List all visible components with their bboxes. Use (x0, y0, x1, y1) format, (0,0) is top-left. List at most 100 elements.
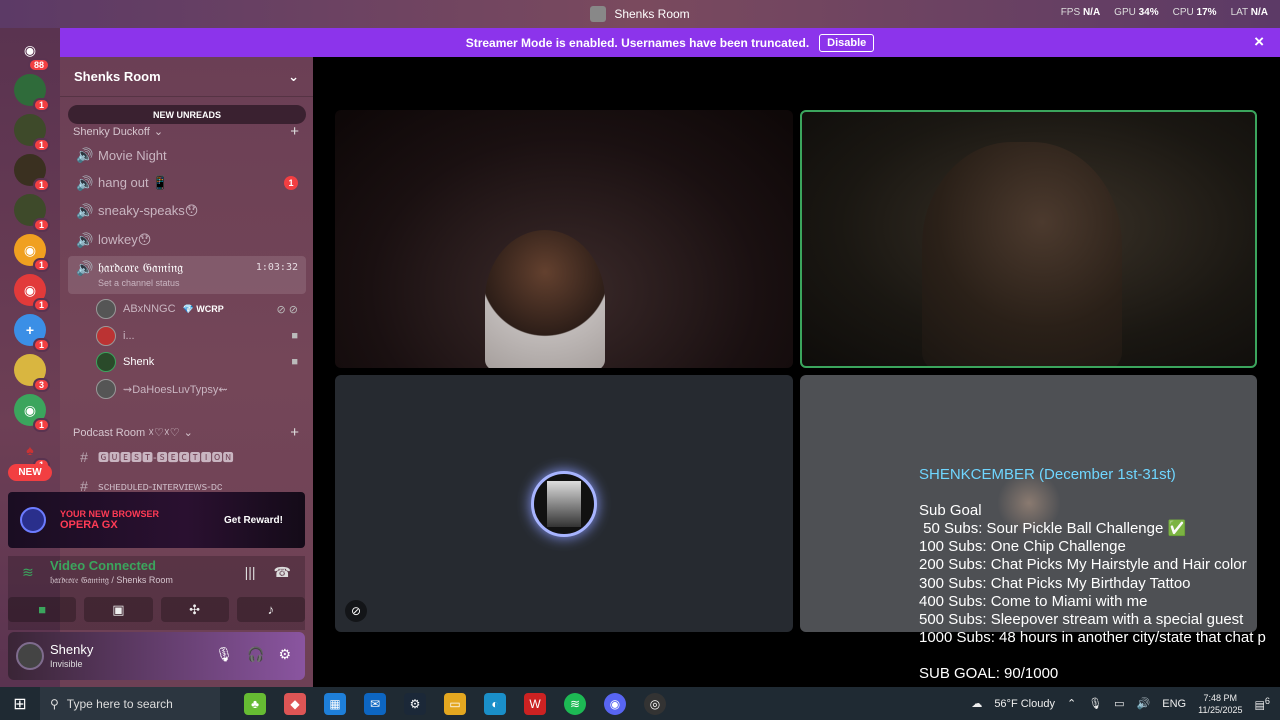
goal-item: 400 Subs: Come to Miami with me (919, 592, 1148, 610)
video-off-icon: ⊘ (345, 600, 367, 622)
get-reward-button[interactable]: Get Reward! (224, 515, 283, 526)
mail-icon[interactable]: ✉ (364, 692, 386, 715)
avatar (531, 471, 597, 537)
screen-share-button[interactable]: ▣ (84, 597, 153, 622)
activities-button[interactable]: ✣ (160, 597, 229, 622)
notification-icon[interactable]: ▤6 (1255, 696, 1271, 712)
performance-overlay: FPS N/A GPU 34% CPU 17% LAT N/A (1061, 7, 1268, 18)
discord-home-icon[interactable]: ◉ 88 (14, 34, 50, 72)
copilot-icon[interactable]: ◆ (284, 692, 306, 715)
server-icon[interactable]: 1 (14, 154, 50, 192)
overlay-total: SUB GOAL: 90/1000 (919, 665, 1059, 683)
avatar (96, 326, 116, 346)
sub-goal-overlay: SHENKCEMBER (December 1st-31st) Sub Goal… (919, 466, 1280, 683)
server-icon[interactable]: 3 (14, 354, 50, 392)
video-tile[interactable] (335, 110, 793, 368)
server-badge: 1 (32, 418, 50, 432)
add-channel-icon[interactable]: + (290, 123, 299, 140)
steam-icon[interactable]: ⚙ (404, 692, 426, 715)
microphone-icon[interactable]: 🎙 (215, 646, 233, 663)
edge-icon[interactable]: ◐ (484, 692, 506, 715)
discord-server-icon[interactable]: ◉ 1 (14, 234, 50, 272)
windows-start-icon[interactable]: ⊞ (0, 694, 40, 714)
discord-server-icon[interactable]: ◉ 1 (14, 394, 50, 432)
voice-channel[interactable]: 🔊 lowkey😯 (68, 227, 306, 253)
voice-channel[interactable]: 🔊 sneaky-speaks😯 (68, 198, 306, 224)
file-explorer-icon[interactable]: ▭ (444, 692, 466, 715)
voice-channel[interactable]: 🔊 Movie Night (68, 142, 306, 168)
server-icon[interactable]: ♠1 (14, 434, 50, 472)
language-indicator[interactable]: ENG (1162, 698, 1186, 710)
participant-video (922, 142, 1122, 366)
user-panel: Shenky Invisible 🎙 🎧 ⚙ (8, 632, 305, 680)
spotify-icon[interactable]: ≋ (564, 692, 586, 715)
voice-user[interactable]: Shenk ■ (96, 350, 306, 374)
server-header[interactable]: Shenks Room ⌄ (60, 57, 313, 97)
headphones-icon[interactable]: 🎧 (247, 646, 264, 663)
network-icon[interactable]: ▭ (1114, 697, 1124, 710)
user-status: Invisible (50, 659, 83, 669)
add-server-icon[interactable]: +1 (14, 314, 50, 352)
video-tile[interactable]: ⊘ (335, 375, 793, 632)
speaker-icon: 🔊 (76, 174, 94, 191)
disable-button[interactable]: Disable (819, 33, 875, 52)
text-channel[interactable]: # 🅶🆄🅴🆂🆃-🆂🅴🅲🆃🅸🅾🅽 (68, 444, 306, 470)
volume-icon[interactable]: 🔊 (1137, 697, 1151, 710)
active-voice-channel[interactable]: 🔊 𝔥𝔞𝔯𝔡𝔠𝔬𝔯𝔢 𝔊𝔞𝔪𝔦𝔫𝔤 1:03:32 Set a channel … (68, 256, 306, 294)
voice-user[interactable]: ⇝DaHoesLuvTypsy⇜ (96, 377, 306, 401)
video-tile-speaking[interactable] (800, 110, 1257, 368)
widget-icon[interactable]: ♣ (244, 692, 266, 715)
app-icon[interactable]: ◎ (644, 692, 666, 715)
category-header[interactable]: Shenky Duckoff ⌄ + (73, 123, 299, 140)
clock[interactable]: 7:48 PM 11/25/2025 (1198, 692, 1242, 716)
category-label: Shenky Duckoff (73, 125, 150, 138)
category-header[interactable]: Podcast Room ☓♡☓♡ ⌄ + (73, 424, 299, 441)
camera-button[interactable]: ■ (8, 597, 77, 622)
hashtag-icon: # (80, 449, 88, 465)
voice-location[interactable]: 𝔥𝔞𝔯𝔡𝔠𝔬𝔯𝔢 𝔊𝔞𝔪𝔦𝔫𝔤 / Shenks Room (50, 575, 173, 586)
voice-status[interactable]: Video Connected (50, 558, 156, 573)
avatar[interactable] (16, 642, 44, 670)
disconnect-icon[interactable]: ☎ (274, 564, 291, 581)
channel-name: hang out 📱 (98, 175, 169, 190)
close-icon[interactable]: × (1254, 32, 1264, 52)
voice-user[interactable]: i... ■ (96, 324, 306, 348)
signal-icon[interactable]: ≋ (22, 564, 34, 581)
ad-tagline: YOUR NEW BROWSER (60, 509, 159, 519)
noise-suppression-icon[interactable]: ||| (245, 564, 256, 581)
add-channel-icon[interactable]: + (290, 424, 299, 441)
server-icon[interactable]: 1 (14, 194, 50, 232)
server-badge: 1 (32, 338, 50, 352)
channel-status[interactable]: Set a channel status (98, 278, 180, 288)
discord-server-icon[interactable]: ◉ 1 (14, 274, 50, 312)
new-unreads-pill[interactable]: NEW UNREADS (68, 105, 306, 124)
server-badge: 1 (32, 138, 50, 152)
notification-count: 6 (1264, 695, 1270, 706)
soundboard-button[interactable]: ♪ (236, 597, 305, 622)
user-name[interactable]: Shenky (50, 642, 93, 657)
voice-action-buttons: ■ ▣ ✣ ♪ (8, 597, 305, 622)
voice-user[interactable]: ABxNNGC 💎 WCRP ⊘ ⊘ (96, 297, 306, 321)
speaker-icon: 🔊 (76, 231, 94, 248)
goal-item: 50 Subs: Sour Pickle Ball Challenge ✅ (919, 520, 1187, 538)
store-icon[interactable]: ▦ (324, 692, 346, 715)
wps-icon[interactable]: W (524, 692, 546, 715)
weather-text[interactable]: 56°F Cloudy (994, 698, 1055, 710)
gear-icon[interactable]: ⚙ (278, 646, 291, 663)
discord-icon[interactable]: ◉ (604, 692, 626, 715)
microphone-icon[interactable]: 🎙 (1088, 697, 1102, 710)
weather-icon[interactable]: ☁ (971, 697, 982, 710)
speaker-icon: 🔊 (76, 260, 94, 276)
user-name: ⇝DaHoesLuvTypsy⇜ (123, 383, 228, 396)
server-icon[interactable]: 1 (14, 114, 50, 152)
server-icon[interactable]: 1 (14, 74, 50, 112)
avatar (96, 352, 116, 372)
mention-badge: 1 (284, 176, 298, 190)
ad-brand: YOUR NEW BROWSER OPERA GX (60, 509, 210, 531)
new-pill[interactable]: NEW (8, 464, 52, 481)
opera-gx-ad[interactable]: YOUR NEW BROWSER OPERA GX Get Reward! (8, 492, 305, 548)
taskbar-search[interactable]: ⚲ Type here to search (40, 687, 220, 720)
camera-icon: ■ (291, 330, 298, 342)
chevron-up-icon[interactable]: ⌃ (1067, 697, 1076, 710)
voice-channel[interactable]: 🔊 hang out 📱 1 (68, 170, 306, 196)
